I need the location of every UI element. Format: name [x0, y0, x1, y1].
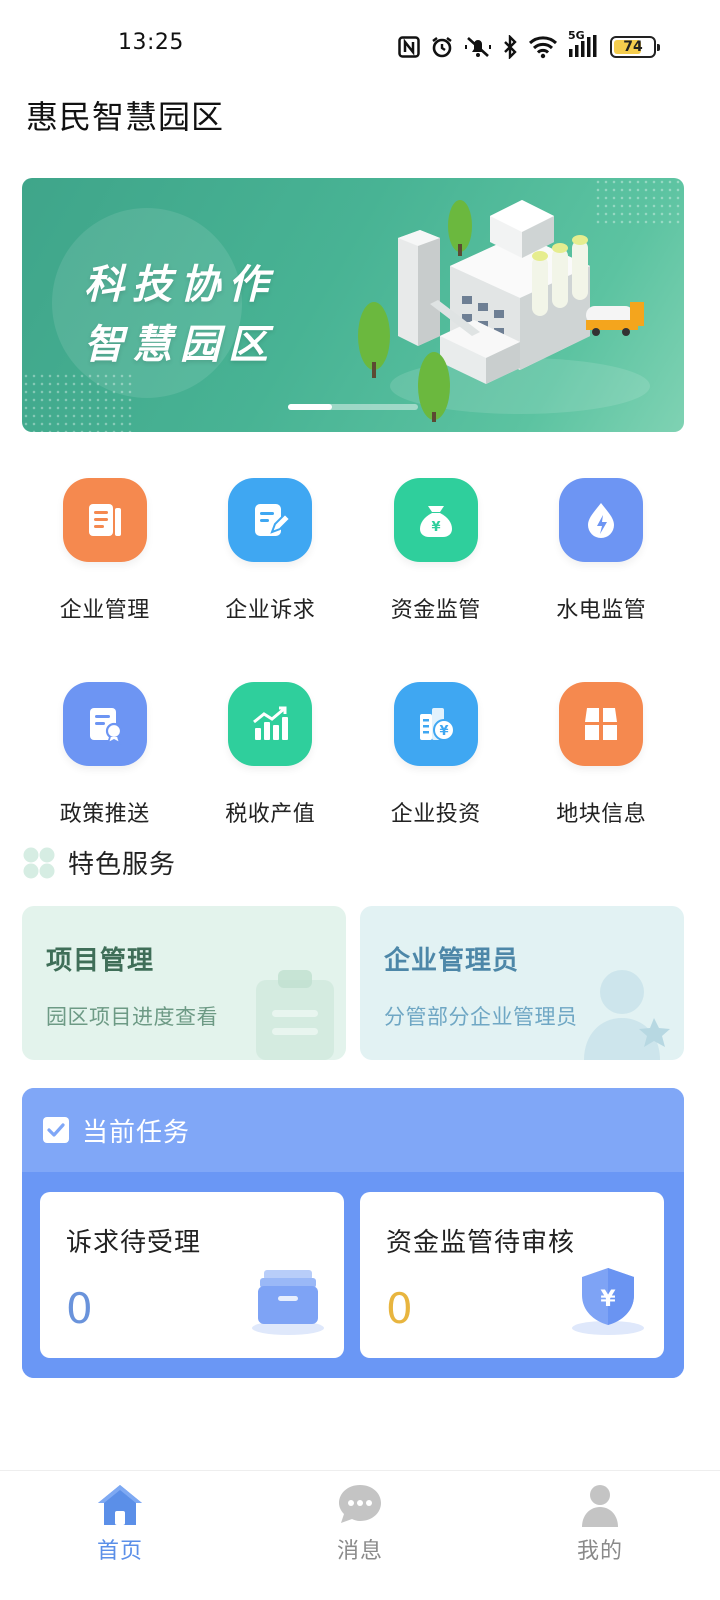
money-bag-icon: ¥	[393, 478, 478, 562]
edit-icon	[228, 478, 313, 562]
svg-text:¥: ¥	[600, 1287, 616, 1312]
factory-illustration	[358, 200, 650, 422]
function-grid: 企业管理 企业诉求 ¥ 资金监管 水电监管 政策推送 税收产值 ¥ 企业投资 地…	[22, 478, 684, 828]
tab-label: 我的	[576, 1539, 623, 1564]
menu-item-policy-push[interactable]: 政策推送	[22, 682, 188, 828]
project-management-card[interactable]: 项目管理 园区项目进度查看	[22, 906, 346, 1060]
shield-yen-icon: ¥	[572, 1268, 644, 1335]
menu-item-land-info[interactable]: 地块信息	[519, 682, 685, 828]
task-card-label: 诉求待受理	[66, 1228, 202, 1258]
menu-label: 地块信息	[556, 802, 647, 827]
banner-headline-1: 科技协作	[84, 262, 276, 308]
status-icons: 5G 74	[398, 29, 660, 62]
menu-label: 企业投资	[390, 802, 481, 827]
menu-item-enterprise-management[interactable]: 企业管理	[22, 478, 188, 624]
menu-label: 税收产值	[225, 802, 316, 827]
tab-home[interactable]: 首页	[0, 1471, 240, 1600]
page-title: 惠民智慧园区	[26, 98, 225, 136]
user-icon	[582, 1485, 618, 1527]
bluetooth-icon	[502, 33, 518, 61]
tab-profile[interactable]: 我的	[480, 1471, 720, 1600]
battery-level: 74	[623, 39, 643, 55]
tab-label: 首页	[96, 1539, 143, 1564]
document-icon	[62, 478, 147, 562]
banner-dots	[22, 372, 132, 432]
menu-label: 政策推送	[59, 802, 150, 827]
battery-icon: 74	[610, 36, 660, 58]
building-yen-icon: ¥	[393, 682, 478, 766]
clover-icon	[23, 847, 55, 878]
tab-messages[interactable]: 消息	[240, 1471, 480, 1600]
tab-label: 消息	[336, 1539, 383, 1564]
task-panel-title: 当前任务	[82, 1117, 191, 1148]
svg-text:¥: ¥	[439, 724, 448, 739]
fund-review-card[interactable]: 资金监管待审核 0 ¥	[360, 1192, 664, 1358]
network-label: 5G	[568, 29, 585, 42]
menu-item-tax-output[interactable]: 税收产值	[188, 682, 354, 828]
task-card-label: 资金监管待审核	[386, 1228, 576, 1258]
feature-section-header: 特色服务	[22, 844, 176, 881]
land-block-icon	[559, 682, 644, 766]
certificate-icon	[62, 682, 147, 766]
current-tasks-panel: 当前任务 诉求待受理 0 资金监管待审核 0 ¥	[22, 1088, 684, 1378]
nfc-icon	[398, 33, 420, 61]
menu-item-utility-supervision[interactable]: 水电监管	[519, 478, 685, 624]
status-bar: 13:25 5G 74	[0, 0, 720, 96]
signal-icon: 5G	[568, 29, 600, 61]
message-bubble-icon	[339, 1485, 381, 1523]
menu-label: 资金监管	[390, 598, 481, 623]
section-title: 特色服务	[68, 850, 177, 880]
banner-pagination-active	[288, 404, 332, 410]
task-panel-header: 当前任务	[22, 1088, 684, 1172]
home-icon	[98, 1485, 142, 1525]
task-card-count: 0	[386, 1284, 413, 1333]
bottom-tab-bar: 首页 消息 我的	[0, 1470, 720, 1600]
clipboard-icon	[256, 970, 334, 1060]
promo-banner[interactable]: 科技协作 智慧园区	[22, 178, 684, 432]
menu-label: 企业诉求	[225, 598, 316, 623]
menu-label: 企业管理	[59, 598, 150, 623]
menu-label: 水电监管	[556, 598, 647, 623]
mute-icon	[464, 33, 492, 61]
chart-icon	[228, 682, 313, 766]
appeal-pending-card[interactable]: 诉求待受理 0	[40, 1192, 344, 1358]
menu-item-enterprise-appeal[interactable]: 企业诉求	[188, 478, 354, 624]
inbox-box-icon	[252, 1270, 324, 1335]
wifi-icon	[528, 33, 558, 61]
enterprise-admin-card[interactable]: 企业管理员 分管部分企业管理员	[360, 906, 684, 1060]
checkbox-icon	[43, 1117, 69, 1143]
menu-item-enterprise-investment[interactable]: ¥ 企业投资	[353, 682, 519, 828]
menu-item-fund-supervision[interactable]: ¥ 资金监管	[353, 478, 519, 624]
status-time: 13:25	[118, 30, 184, 55]
svg-text:¥: ¥	[431, 520, 440, 535]
alarm-icon	[430, 33, 454, 61]
banner-headline-2: 智慧园区	[84, 322, 276, 368]
banner-pagination[interactable]	[288, 404, 418, 410]
user-star-icon	[584, 970, 670, 1060]
task-card-count: 0	[66, 1284, 93, 1333]
water-drop-icon	[559, 478, 644, 562]
